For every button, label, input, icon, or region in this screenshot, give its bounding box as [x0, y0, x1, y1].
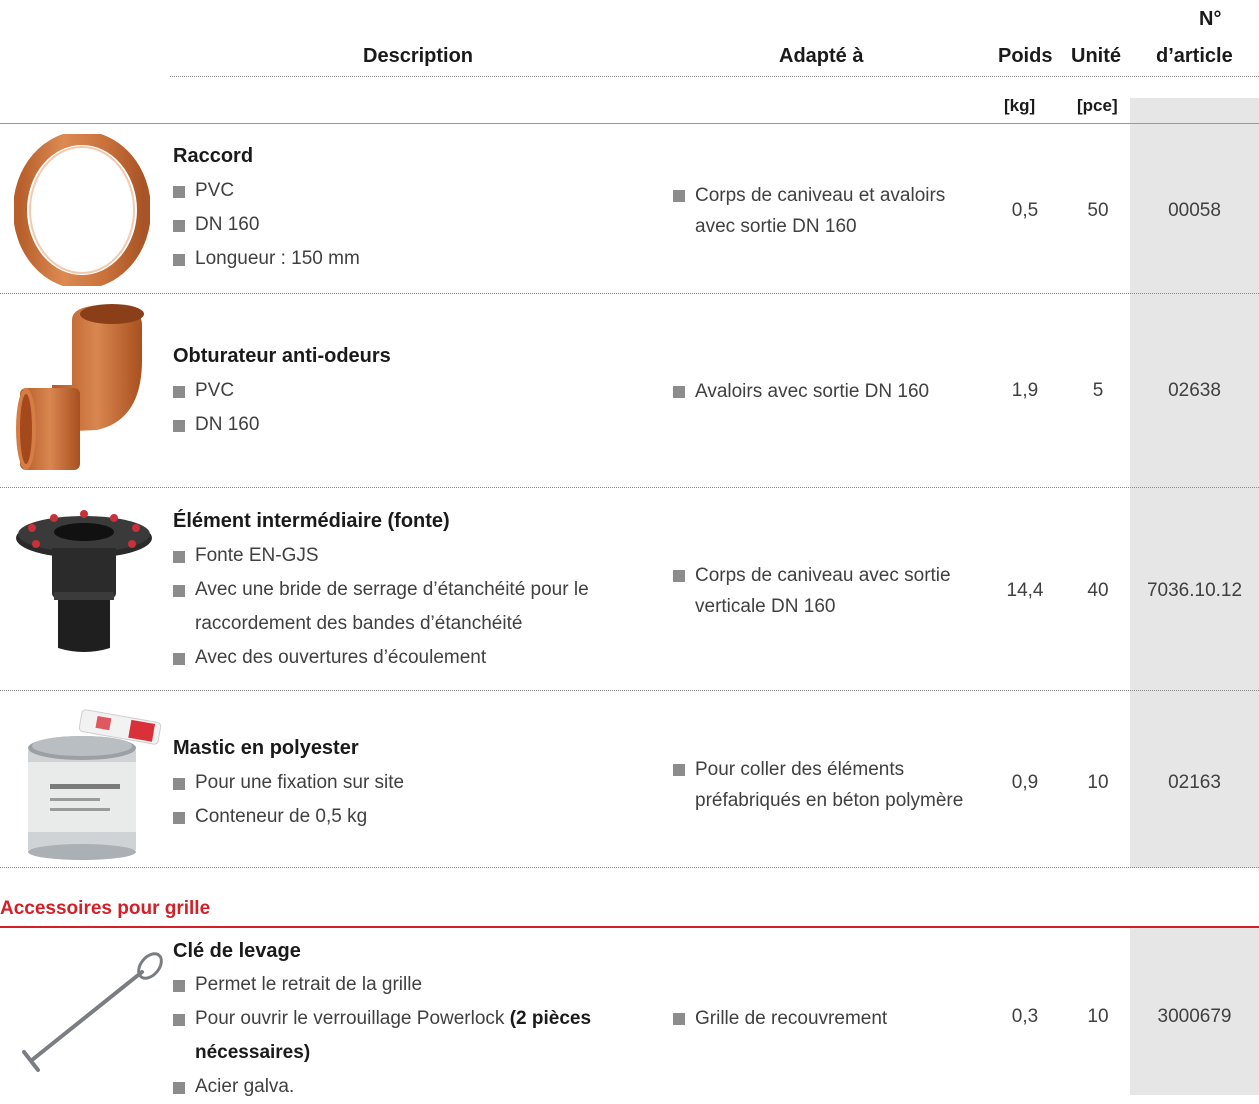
weight-value: 14,4: [1006, 580, 1044, 601]
product-title: Clé de levage: [173, 940, 301, 962]
row-divider: [0, 690, 1259, 691]
feature-item: DN 160: [173, 208, 360, 242]
bullet-square-icon: [173, 653, 185, 665]
unit-value: 10: [1087, 1006, 1109, 1027]
row-divider: [0, 123, 1259, 124]
feature-item: PVC: [173, 374, 259, 408]
article-number: 02163: [1168, 772, 1221, 793]
bullet-square-icon: [173, 812, 185, 824]
unit-value: 5: [1092, 380, 1104, 401]
bullet-square-icon: [173, 186, 185, 198]
bullet-square-icon: [173, 778, 185, 790]
header-divider: [170, 76, 1259, 77]
row-divider: [0, 487, 1259, 488]
feature-item: Longueur : 150 mm: [173, 242, 360, 276]
feature-item: Pour ouvrir le verrouillage Powerlock (2…: [173, 1002, 591, 1036]
header-article-line2: d’article: [1156, 45, 1233, 67]
header-suitable-for: Adapté à: [779, 45, 864, 67]
product-title: Raccord: [173, 145, 254, 167]
odour-trap-image: [16, 304, 144, 470]
bullet-square-icon: [673, 1013, 685, 1025]
article-number: 00058: [1168, 200, 1221, 221]
weight-value: 0,3: [1011, 1006, 1039, 1027]
bullet-square-icon: [173, 220, 185, 232]
article-number: 3000679: [1157, 1006, 1232, 1027]
bullet-square-icon: [173, 386, 185, 398]
pvc-coupling-image: [14, 134, 150, 286]
feature-list: Fonte EN-GJS Avec une bride de serrage d…: [173, 539, 589, 675]
intermediate-element-image: [16, 510, 152, 652]
feature-item: Fonte EN-GJS: [173, 539, 589, 573]
feature-item: raccordement des bandes d’étanchéité: [195, 613, 523, 634]
product-title: Obturateur anti-odeurs: [173, 345, 391, 367]
feature-item: Permet le retrait de la grille: [173, 968, 591, 1002]
feature-item: Conteneur de 0,5 kg: [173, 800, 404, 834]
bullet-square-icon: [173, 420, 185, 432]
article-number: 02638: [1168, 380, 1221, 401]
weight-value: 1,9: [1011, 380, 1039, 401]
feature-list: Permet le retrait de la grille Pour ouvr…: [173, 968, 591, 1104]
lifting-key-image: [22, 952, 163, 1072]
feature-item: DN 160: [173, 408, 259, 442]
bullet-square-icon: [173, 1014, 185, 1026]
section-title: Accessoires pour grille: [0, 898, 211, 919]
bullet-square-icon: [673, 190, 685, 202]
product-title: Mastic en polyester: [173, 737, 359, 759]
feature-list: PVC DN 160 Longueur : 150 mm: [173, 174, 360, 276]
bullet-square-icon: [673, 570, 685, 582]
header-unit-unit: [pce]: [1077, 96, 1118, 115]
product-title: Élément intermédiaire (fonte): [173, 510, 450, 532]
bullet-square-icon: [173, 254, 185, 266]
header-weight: Poids: [998, 45, 1053, 67]
suitable-for-cell: Corps de caniveau et avaloirs avec sorti…: [673, 180, 945, 242]
section-divider: [0, 926, 1259, 928]
bullet-square-icon: [173, 1082, 185, 1094]
feature-list: Pour une fixation sur site Conteneur de …: [173, 766, 404, 834]
feature-item: Avec une bride de serrage d’étanchéité p…: [173, 573, 589, 607]
header-weight-unit: [kg]: [1004, 96, 1036, 115]
unit-value: 50: [1087, 200, 1109, 221]
header-description: Description: [363, 45, 474, 67]
header-unit: Unité: [1071, 45, 1121, 67]
article-number: 7036.10.12: [1146, 580, 1243, 601]
bullet-square-icon: [173, 585, 185, 597]
header-article-line1: N°: [1199, 8, 1222, 30]
mastic-can-image: [28, 709, 162, 860]
feature-item: Pour une fixation sur site: [173, 766, 404, 800]
feature-item: nécessaires): [195, 1042, 311, 1063]
bullet-square-icon: [673, 386, 685, 398]
unit-value: 10: [1087, 772, 1109, 793]
bullet-square-icon: [673, 764, 685, 776]
bullet-square-icon: [173, 551, 185, 563]
feature-item: Avec des ouvertures d’écoulement: [173, 641, 589, 675]
bullet-square-icon: [173, 980, 185, 992]
weight-value: 0,9: [1011, 772, 1039, 793]
row-divider: [0, 293, 1259, 294]
feature-item: PVC: [173, 174, 360, 208]
suitable-for-cell: Corps de caniveau avec sortie verticale …: [673, 560, 951, 622]
unit-value: 40: [1087, 580, 1109, 601]
suitable-for-cell: Avaloirs avec sortie DN 160: [673, 376, 929, 407]
feature-list: PVC DN 160: [173, 374, 259, 442]
weight-value: 0,5: [1011, 200, 1039, 221]
suitable-for-cell: Pour coller des éléments préfabriqués en…: [673, 754, 963, 816]
row-divider: [0, 867, 1259, 868]
feature-item: Acier galva.: [173, 1070, 591, 1104]
suitable-for-cell: Grille de recouvrement: [673, 1003, 887, 1034]
